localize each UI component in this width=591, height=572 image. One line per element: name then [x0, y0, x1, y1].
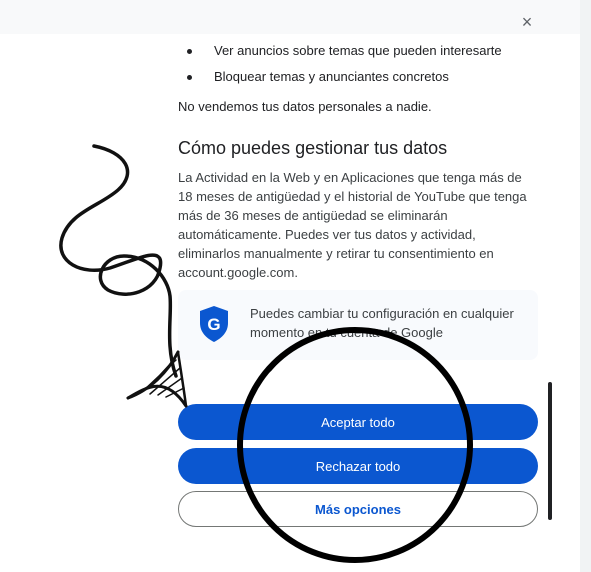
- reject-all-button[interactable]: Rechazar todo: [178, 448, 538, 484]
- benefits-list: Ver anuncios sobre temas que pueden inte…: [178, 38, 538, 90]
- more-options-button[interactable]: Más opciones: [178, 491, 538, 527]
- settings-info-card: G Puedes cambiar tu configuración en cua…: [178, 290, 538, 360]
- close-button[interactable]: ×: [515, 10, 539, 34]
- close-icon: ×: [521, 11, 533, 32]
- google-shield-icon: G: [200, 306, 228, 342]
- svg-text:G: G: [207, 315, 220, 334]
- scrollbar[interactable]: [548, 382, 552, 520]
- list-item: Bloquear temas y anunciantes concretos: [178, 64, 538, 90]
- list-item: Ver anuncios sobre temas que pueden inte…: [178, 38, 538, 64]
- accept-all-button[interactable]: Aceptar todo: [178, 404, 538, 440]
- dialog-content: Ver anuncios sobre temas que pueden inte…: [178, 38, 538, 282]
- no-sell-notice: No vendemos tus datos personales a nadie…: [178, 99, 432, 114]
- page-background-edge: [580, 0, 591, 572]
- info-card-text: Puedes cambiar tu configuración en cualq…: [250, 306, 514, 340]
- section-body: La Actividad en la Web y en Aplicaciones…: [178, 170, 527, 280]
- hand-drawn-arrow: [59, 144, 188, 408]
- dialog-header: [0, 0, 580, 34]
- section-title: Cómo puedes gestionar tus datos: [178, 138, 448, 158]
